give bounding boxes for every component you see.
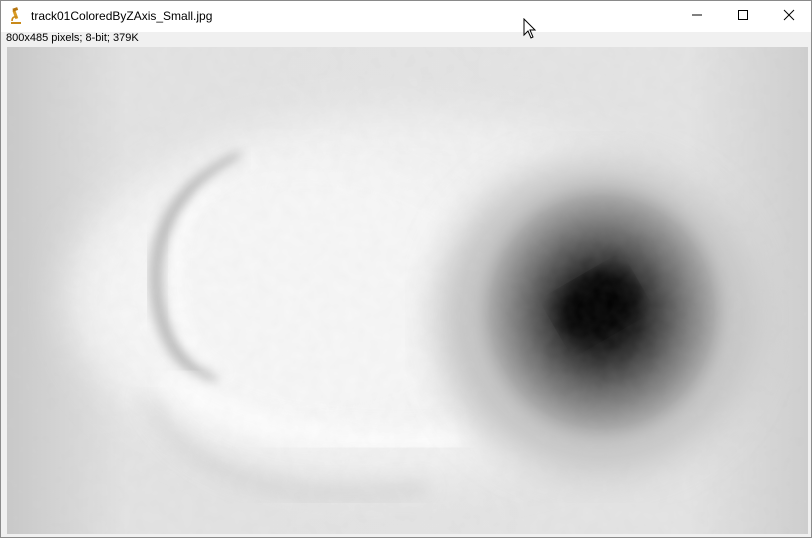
image-info-bar: 800x485 pixels; 8-bit; 379K — [1, 32, 811, 46]
maximize-icon — [737, 8, 749, 26]
image-canvas[interactable] — [7, 47, 808, 534]
minimize-icon — [691, 8, 703, 26]
maximize-button[interactable] — [720, 1, 766, 32]
minimize-button[interactable] — [674, 1, 720, 32]
image-info: 800x485 pixels; 8-bit; 379K — [6, 32, 139, 44]
close-button[interactable] — [766, 1, 812, 32]
microscope-icon — [9, 7, 23, 25]
grayscale-depth-image — [7, 47, 808, 534]
image-window: track01ColoredByZAxis_Small.jpg 800x485 … — [0, 0, 812, 538]
window-title: track01ColoredByZAxis_Small.jpg — [31, 9, 213, 23]
mouse-cursor-icon — [523, 17, 537, 40]
title-bar[interactable]: track01ColoredByZAxis_Small.jpg — [1, 1, 811, 32]
close-icon — [783, 8, 795, 26]
